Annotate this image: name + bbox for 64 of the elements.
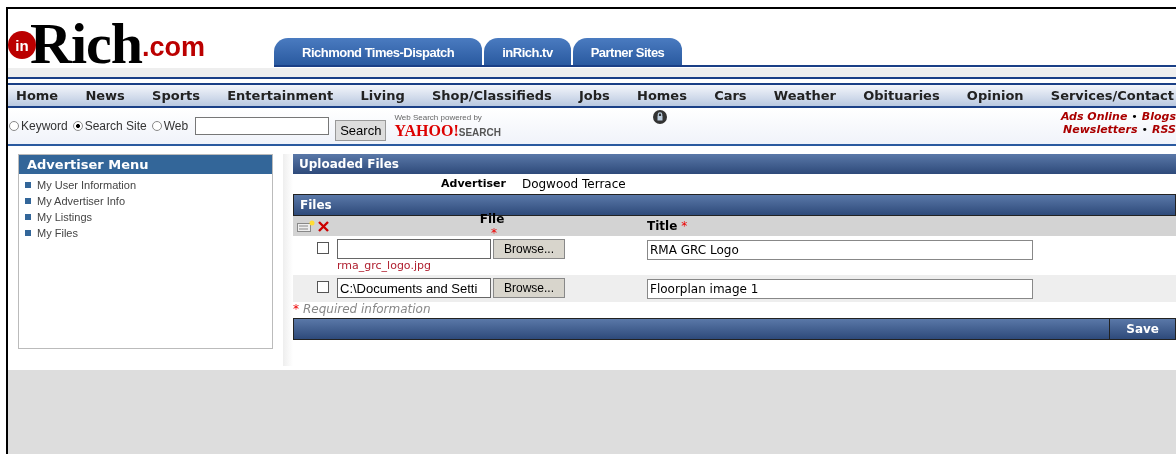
yahoo-logo: YAHOO! — [394, 121, 459, 140]
title-field[interactable]: RMA GRC Logo — [647, 240, 1033, 260]
field-label: Advertiser — [441, 177, 506, 191]
required-note: Required information — [303, 302, 431, 316]
bullet-icon — [25, 182, 31, 188]
nav-link[interactable]: Jobs — [579, 88, 610, 103]
header-link[interactable]: RSS — [1152, 123, 1176, 136]
nav-link[interactable]: Entertainment — [227, 88, 334, 103]
panel-title: Uploaded Files — [293, 154, 1176, 174]
file-path-field[interactable]: C:\Documents and Setti — [337, 278, 491, 298]
row-checkbox[interactable] — [317, 242, 329, 254]
radio-label: Keyword — [21, 119, 68, 133]
bullet-icon — [25, 214, 31, 220]
radio-button[interactable] — [9, 121, 19, 131]
nav-link[interactable]: News — [85, 88, 125, 103]
column-header: Title — [647, 219, 678, 233]
search-button[interactable]: Search — [335, 119, 387, 141]
required-mark: * — [681, 219, 688, 233]
required-mark: * — [293, 302, 299, 316]
bullet: • — [1131, 110, 1138, 123]
sidebar-link[interactable]: My Listings — [37, 209, 93, 225]
lock-icon — [652, 110, 667, 124]
nav-link[interactable]: Homes — [637, 88, 687, 103]
title-field[interactable]: Floorplan image 1 — [647, 279, 1033, 299]
file-path-field[interactable] — [337, 239, 491, 259]
sidebar-title: Advertiser Menu — [19, 155, 272, 174]
required-mark: * — [491, 226, 497, 240]
nav-link[interactable]: Home — [16, 88, 59, 103]
browse-button[interactable]: Browse... — [493, 239, 565, 259]
nav-link[interactable]: Services/Contact — [1050, 88, 1174, 103]
add-row-icon[interactable] — [297, 220, 315, 232]
radio-label: Web — [163, 119, 189, 133]
powered-by-text: Web Search powered by — [394, 112, 483, 122]
sidebar-link[interactable]: My Advertiser Info — [37, 193, 126, 209]
bullet-icon — [25, 198, 31, 204]
sidebar-link[interactable]: My Files — [37, 225, 78, 241]
browse-button[interactable]: Browse... — [493, 278, 565, 298]
nav-link[interactable]: Shop/Classifieds — [431, 88, 552, 103]
delete-icon[interactable] — [318, 220, 329, 232]
logo-suffix: .com — [142, 32, 206, 63]
radio-button[interactable] — [151, 121, 162, 131]
header-link[interactable]: Blogs — [1141, 110, 1176, 123]
sidebar-link[interactable]: My User Information — [37, 177, 137, 193]
radio-label: Search Site — [84, 119, 147, 133]
logo-badge: in — [8, 31, 36, 59]
nav-link[interactable]: Cars — [714, 88, 747, 103]
field-value: Dogwood Terrace — [521, 177, 626, 191]
nav-link[interactable]: Obituaries — [863, 88, 940, 103]
bullet: • — [1141, 123, 1149, 136]
file-link[interactable]: rma_grc_logo.jpg — [337, 259, 647, 272]
nav-link[interactable]: Weather — [773, 88, 836, 103]
search-field[interactable] — [195, 117, 330, 135]
radio-button[interactable] — [72, 121, 83, 131]
nav-link[interactable]: Opinion — [966, 88, 1024, 103]
nav-link[interactable]: Sports — [152, 88, 200, 103]
bullet-icon — [25, 230, 31, 236]
search-logo-text: SEARCH — [458, 126, 501, 138]
row-checkbox[interactable] — [317, 281, 329, 293]
site-tab[interactable]: Partner Sites — [572, 38, 683, 65]
nav-link[interactable]: Living — [360, 88, 405, 103]
site-tab[interactable]: Richmond Times-Dispatch — [274, 38, 483, 65]
header-link[interactable]: Newsletters — [1063, 123, 1138, 136]
site-tab[interactable]: inRich.tv — [484, 38, 571, 65]
header-link[interactable]: Ads Online — [1060, 110, 1128, 123]
